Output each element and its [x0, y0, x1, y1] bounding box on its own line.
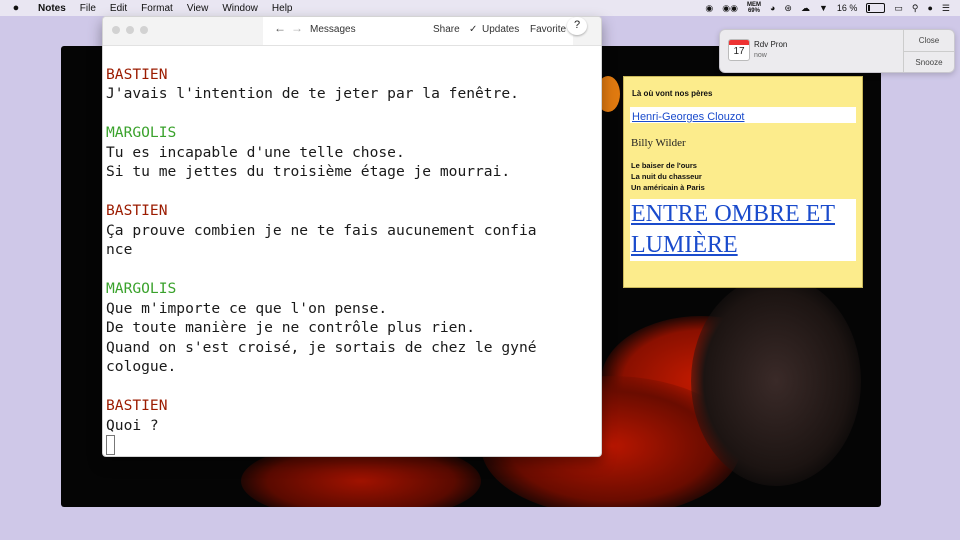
page-heading: Là où vont nos pères [632, 89, 713, 98]
calendar-day: 17 [733, 46, 745, 57]
wifi-icon[interactable]: ▼ [819, 3, 828, 13]
battery-icon[interactable] [866, 3, 886, 13]
speaker-name: BASTIEN [106, 397, 168, 414]
director-name: Billy Wilder [631, 137, 686, 149]
speaker-name: BASTIEN [106, 202, 168, 219]
battery-percent[interactable]: 16 % [837, 3, 858, 13]
glasses-icon[interactable]: ◉◉ [722, 3, 738, 14]
film-list: Le baiser de l'ours La nuit du chasseur … [631, 160, 705, 193]
notification-title: Rdv Pron [754, 40, 788, 49]
checkmark-icon: ✓ [469, 24, 478, 35]
bluetooth-icon[interactable]: ⊛ [784, 3, 792, 14]
big-title-link[interactable]: ENTRE OMBRE ET LUMIÈRE [630, 199, 856, 261]
big-link-box: ENTRE OMBRE ET LUMIÈRE [630, 199, 856, 261]
notification-time: now [754, 52, 767, 59]
notification-banner[interactable]: 17 Rdv Pron now Close Snooze [719, 29, 955, 73]
memory-value: 69% [747, 8, 760, 14]
siri-icon[interactable]: ● [927, 3, 932, 13]
message-line: Ça prouve combien je ne te fais aucuneme… [106, 221, 537, 239]
memory-indicator[interactable]: MEM 69% [747, 2, 761, 14]
pie-icon[interactable]: ◕ [770, 3, 775, 13]
menu-app-notes[interactable]: Notes [38, 3, 66, 14]
updates-button[interactable]: Updates [482, 24, 519, 35]
message-line: nce [106, 241, 133, 258]
zoom-window-button[interactable] [140, 26, 148, 34]
yellow-page: Là où vont nos pères Henri-Georges Clouz… [623, 76, 863, 288]
link-box: Henri-Georges Clouzot [630, 107, 856, 123]
window-titlebar: ← → Messages Share ✓ Updates Favorite ? [103, 17, 601, 46]
search-icon[interactable]: ⚲ [912, 3, 919, 14]
calendar-icon: 17 [728, 39, 750, 61]
traffic-lights [112, 26, 148, 34]
speaker-name: MARGOLIS [106, 280, 177, 297]
close-window-button[interactable] [112, 26, 120, 34]
favorite-button[interactable]: Favorite [530, 24, 566, 35]
minimize-window-button[interactable] [126, 26, 134, 34]
chat-transcript[interactable]: BASTIEN J'avais l'intention de te jeter … [106, 45, 600, 455]
film-item: Le baiser de l'ours [631, 161, 697, 170]
message-line: Si tu me jettes du troisième étage je mo… [106, 163, 511, 180]
message-line: Que m'importe ce que l'on pense. [106, 299, 388, 317]
message-line: De toute manière je ne contrôle plus rie… [106, 319, 476, 336]
cast-icon[interactable]: ▭ [894, 3, 903, 14]
notification-center-icon[interactable]: ☰ [942, 3, 950, 14]
menu-format[interactable]: Format [141, 3, 173, 14]
cloud-icon[interactable]: ☁ [801, 3, 810, 14]
message-line: Quoi ? [106, 416, 159, 434]
menu-edit[interactable]: Edit [110, 3, 127, 14]
help-button[interactable]: ? [567, 17, 587, 35]
back-arrow-icon[interactable]: ← [274, 21, 286, 35]
menu-file[interactable]: File [80, 3, 96, 14]
record-icon[interactable]: ◉ [705, 3, 713, 14]
message-line: cologue. [106, 358, 177, 375]
grey-shape [691, 276, 861, 486]
speaker-name: MARGOLIS [106, 124, 177, 141]
message-line: Tu es incapable d'une telle chose. [106, 143, 405, 161]
messages-window: ← → Messages Share ✓ Updates Favorite ? … [102, 16, 602, 457]
big-title-line2: LUMIÈRE [631, 232, 738, 258]
forward-arrow-icon[interactable]: → [291, 21, 303, 35]
share-button[interactable]: Share [433, 24, 460, 35]
apple-icon[interactable]: ● [10, 2, 22, 14]
window-title: Messages [310, 24, 356, 35]
menu-window[interactable]: Window [222, 3, 258, 14]
big-title-line1: ENTRE OMBRE ET [631, 201, 835, 227]
menu-bar: ● Notes File Edit Format View Window Hel… [0, 0, 960, 16]
menu-help[interactable]: Help [272, 3, 293, 14]
notification-close-button[interactable]: Close [904, 30, 954, 51]
text-cursor[interactable] [106, 435, 115, 455]
speaker-name: BASTIEN [106, 65, 168, 83]
menu-view[interactable]: View [187, 3, 209, 14]
notification-actions: Close Snooze [903, 30, 954, 72]
film-item: Un américain à Paris [631, 183, 705, 192]
message-line: Quand on s'est croisé, je sortais de che… [106, 338, 537, 356]
status-area: ◉ ◉◉ MEM 69% ◕ ⊛ ☁ ▼ 16 % ▭ ⚲ ● ☰ [705, 0, 960, 16]
message-line: J'avais l'intention de te jeter par la f… [106, 85, 519, 102]
notification-snooze-button[interactable]: Snooze [904, 51, 954, 73]
film-item: La nuit du chasseur [631, 172, 702, 181]
director-link[interactable]: Henri-Georges Clouzot [630, 111, 745, 123]
